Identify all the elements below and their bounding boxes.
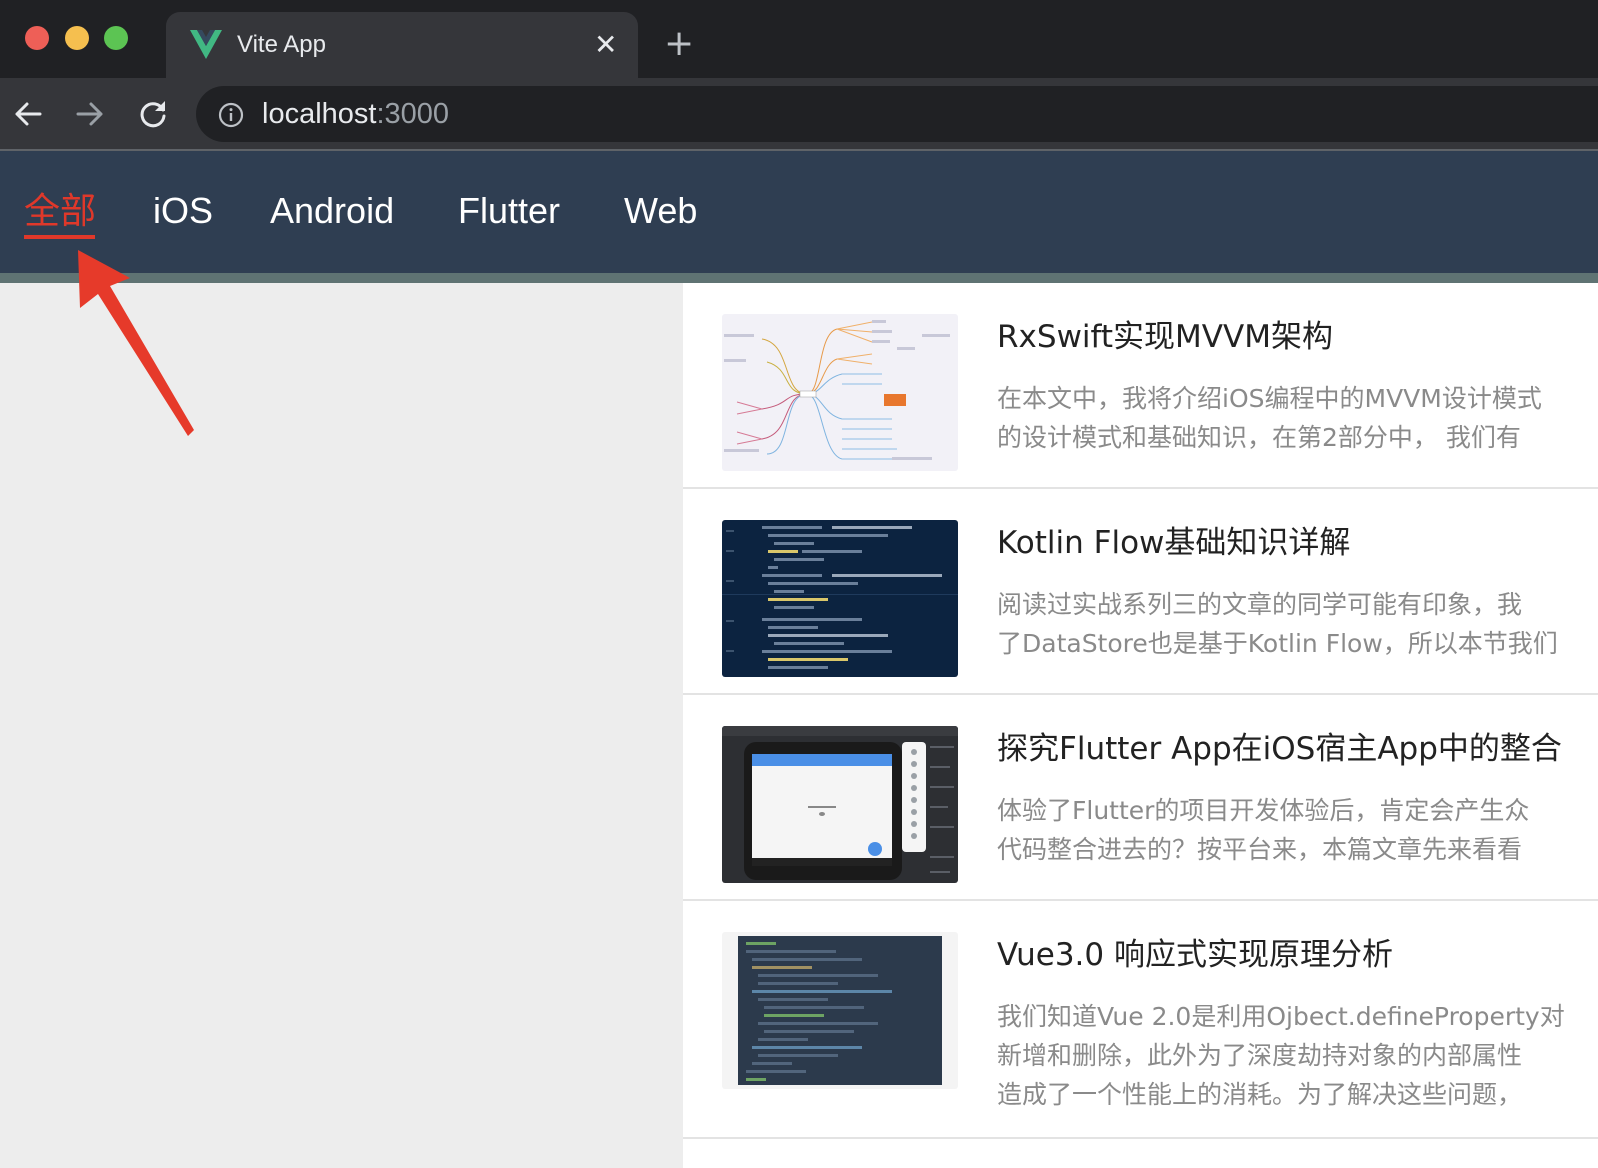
window-zoom-button[interactable] [104, 26, 128, 50]
article-list: RxSwift实现MVVM架构 在本文中，我将介绍iOS编程中的MVVM设计模式… [683, 283, 1598, 1168]
summary-line: 我们知道Vue 2.0是利用Ojbect.defineProperty对 [997, 1002, 1565, 1031]
article-thumbnail [722, 932, 958, 1089]
browser-tab-bar: Vite App ✕ + [0, 0, 1598, 78]
summary-line: 代码整合进去的？按平台来，本篇文章先来看看 [997, 835, 1523, 864]
article-summary: 阅读过实战系列三的文章的同学可能有印象，我 了DataStore也是基于Kotl… [997, 585, 1598, 663]
browser-toolbar: localhost:3000 [0, 78, 1598, 150]
article-thumbnail [722, 314, 958, 471]
article-title[interactable]: 探究Flutter App在iOS宿主App中的整合 [997, 727, 1562, 771]
forward-arrow-icon[interactable] [74, 98, 106, 130]
article-item[interactable]: 探究Flutter App在iOS宿主App中的整合 体验了Flutter的项目… [683, 695, 1598, 901]
nav-item-android[interactable]: Android [270, 189, 394, 233]
article-item[interactable]: Kotlin Flow基础知识详解 阅读过实战系列三的文章的同学可能有印象，我 … [683, 489, 1598, 695]
summary-line: 了DataStore也是基于Kotlin Flow，所以本节我们 [997, 629, 1558, 658]
article-thumbnail [722, 520, 958, 677]
article-title[interactable]: Kotlin Flow基础知识详解 [997, 521, 1350, 565]
browser-tab[interactable]: Vite App ✕ [166, 12, 638, 78]
tab-close-icon[interactable]: ✕ [594, 30, 617, 60]
url-text[interactable]: localhost:3000 [262, 96, 449, 132]
red-arrow-icon [78, 250, 194, 436]
reload-icon[interactable] [137, 98, 169, 130]
url-port: :3000 [376, 98, 450, 130]
summary-line: 在本文中，我将介绍iOS编程中的MVVM设计模式 [997, 384, 1542, 413]
summary-line: 造成了一个性能上的消耗。为了解决这些问题， [997, 1080, 1523, 1109]
article-summary: 在本文中，我将介绍iOS编程中的MVVM设计模式 的设计模式和基础知识，在第2部… [997, 379, 1598, 457]
summary-line: 阅读过实战系列三的文章的同学可能有印象，我 [997, 590, 1523, 619]
vue-logo-icon [190, 30, 222, 59]
article-title[interactable]: Vue3.0 响应式实现原理分析 [997, 933, 1393, 977]
nav-item-web[interactable]: Web [624, 189, 697, 233]
article-title[interactable]: RxSwift实现MVVM架构 [997, 315, 1333, 359]
active-tab-indicator [24, 235, 95, 239]
summary-line: 体验了Flutter的项目开发体验后，肯定会产生众 [997, 796, 1530, 825]
article-item[interactable]: RxSwift实现MVVM架构 在本文中，我将介绍iOS编程中的MVVM设计模式… [683, 283, 1598, 489]
url-host: localhost [262, 98, 377, 130]
back-arrow-icon[interactable] [12, 98, 44, 130]
article-item[interactable]: Vue3.0 响应式实现原理分析 我们知道Vue 2.0是利用Ojbect.de… [683, 901, 1598, 1139]
new-tab-button[interactable]: + [664, 24, 694, 64]
tab-title: Vite App [237, 31, 326, 58]
site-info-icon[interactable] [218, 102, 244, 128]
nav-item-all[interactable]: 全部 [24, 189, 96, 233]
category-nav: 全部 iOS Android Flutter Web [0, 151, 1598, 273]
article-summary: 体验了Flutter的项目开发体验后，肯定会产生众 代码整合进去的？按平台来，本… [997, 791, 1598, 869]
nav-item-ios[interactable]: iOS [153, 189, 213, 233]
window-close-button[interactable] [25, 26, 49, 50]
window-minimize-button[interactable] [65, 26, 89, 50]
address-bar[interactable]: localhost:3000 [196, 86, 1598, 142]
article-thumbnail [722, 726, 958, 883]
summary-line: 新增和删除，此外为了深度劫持对象的内部属性 [997, 1041, 1523, 1070]
summary-line: 的设计模式和基础知识，在第2部分中， 我们有 [997, 423, 1521, 452]
nav-bottom-border [0, 273, 1598, 283]
nav-item-flutter[interactable]: Flutter [458, 189, 560, 233]
article-summary: 我们知道Vue 2.0是利用Ojbect.defineProperty对 新增和… [997, 997, 1598, 1114]
